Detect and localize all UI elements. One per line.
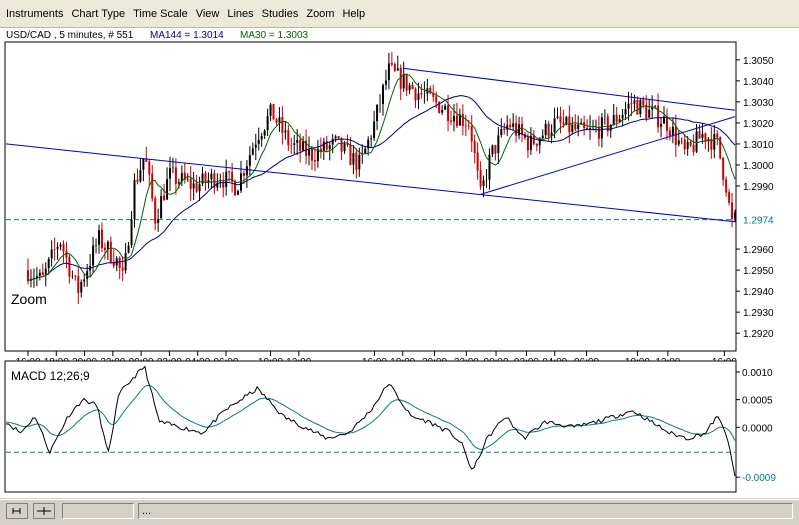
chart-header-ma144: MA144 = 1.3014 xyxy=(150,30,224,41)
menu-chart-type[interactable]: Chart Type xyxy=(67,5,129,23)
chart-header-ma30: MA30 = 1.3003 xyxy=(240,30,309,41)
price-y-tick-label: 1.3040 xyxy=(743,77,774,88)
macd-label: MACD 12;26;9 xyxy=(11,369,90,383)
price-plot-frame xyxy=(4,41,737,352)
macd-y-tick-label: -0.0009 xyxy=(742,473,776,484)
zoom-label: Zoom xyxy=(11,291,47,307)
menu-lines[interactable]: Lines xyxy=(223,5,257,23)
macd-y-tick-label: 0.0010 xyxy=(742,368,773,379)
chart-svg[interactable]: USD/CAD , 5 minutes, # 551 MA144 = 1.301… xyxy=(0,28,799,498)
pin-icon xyxy=(12,508,21,514)
menu-zoom[interactable]: Zoom xyxy=(302,5,338,23)
status-panel-text: ... xyxy=(138,503,793,519)
status-panel-blank xyxy=(62,503,134,519)
crosshair-icon xyxy=(37,507,51,515)
pin-button[interactable] xyxy=(6,503,28,519)
price-y-tick-label: 1.2940 xyxy=(743,287,774,298)
price-y-tick-label: 1.3020 xyxy=(743,119,774,130)
price-y-tick-label: 1.2990 xyxy=(743,182,774,193)
menu-view[interactable]: View xyxy=(192,5,224,23)
price-y-tick-label: 1.3000 xyxy=(743,161,774,172)
macd-y-tick-label: 0.0000 xyxy=(742,423,773,434)
status-bar: ... xyxy=(0,499,799,525)
price-y-tick-label: 1.3030 xyxy=(743,98,774,109)
crosshair-button[interactable] xyxy=(33,503,55,519)
macd-y-tick-label: 0.0005 xyxy=(742,396,773,407)
price-y-tick-label: 1.2950 xyxy=(743,266,774,277)
chart-area[interactable]: USD/CAD , 5 minutes, # 551 MA144 = 1.301… xyxy=(0,28,799,498)
reference-line-label: 1.2974 xyxy=(743,216,774,227)
macd-plot-frame xyxy=(4,360,737,493)
price-y-axis: 1.3050 1.3040 1.3030 1.3020 1.3010 1.3000 1.29… xyxy=(736,56,774,340)
menu-instruments[interactable]: Instruments xyxy=(2,5,67,23)
price-y-tick-label: 1.3050 xyxy=(743,56,774,67)
price-y-tick-label: 1.2930 xyxy=(743,308,774,319)
menu-time-scale[interactable]: Time Scale xyxy=(129,5,192,23)
price-y-tick-label: 1.2960 xyxy=(743,245,774,256)
macd-y-axis: 0.0010 0.0005 0.0000 -0.0009 xyxy=(736,368,776,484)
menu-studies[interactable]: Studies xyxy=(258,5,303,23)
menu-help[interactable]: Help xyxy=(338,5,369,23)
menu-bar: Instruments Chart Type Time Scale View L… xyxy=(0,0,799,28)
price-y-tick-label: 1.2920 xyxy=(743,329,774,340)
chart-header-symbol: USD/CAD , 5 minutes, # 551 xyxy=(6,30,134,41)
price-y-tick-label: 1.3010 xyxy=(743,140,774,151)
